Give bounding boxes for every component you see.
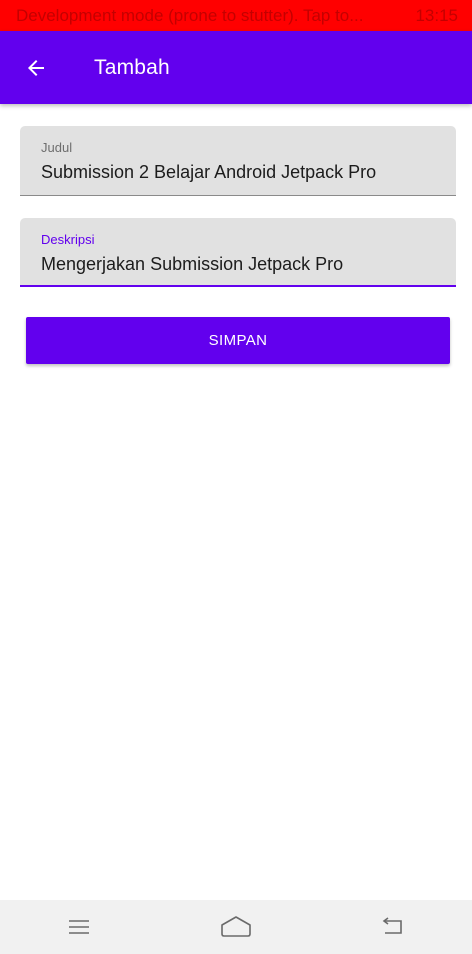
- status-time: 13:15: [415, 5, 458, 25]
- save-button[interactable]: SIMPAN: [26, 317, 450, 364]
- description-field-label: Deskripsi: [41, 232, 95, 247]
- status-message[interactable]: Development mode (prone to stutter). Tap…: [16, 6, 407, 26]
- app-bar: Tambah: [0, 31, 472, 104]
- menu-icon: [68, 920, 89, 934]
- home-icon: [221, 916, 251, 937]
- nav-home-button[interactable]: [206, 907, 266, 947]
- system-nav-bar: [0, 900, 472, 954]
- nav-menu-button[interactable]: [49, 907, 109, 947]
- description-field-value[interactable]: Mengerjakan Submission Jetpack Pro: [41, 253, 435, 275]
- title-field-value[interactable]: Submission 2 Belajar Android Jetpack Pro: [41, 161, 435, 183]
- arrow-left-icon: [28, 59, 44, 76]
- title-field[interactable]: Judul Submission 2 Belajar Android Jetpa…: [20, 126, 456, 196]
- nav-back-button[interactable]: [363, 907, 423, 947]
- back-button[interactable]: [20, 52, 52, 84]
- title-field-label: Judul: [41, 140, 73, 155]
- back-icon: [382, 917, 403, 934]
- description-field[interactable]: Deskripsi Mengerjakan Submission Jetpack…: [20, 218, 456, 287]
- page-title: Tambah: [94, 55, 170, 79]
- status-bar[interactable]: Development mode (prone to stutter). Tap…: [0, 0, 472, 31]
